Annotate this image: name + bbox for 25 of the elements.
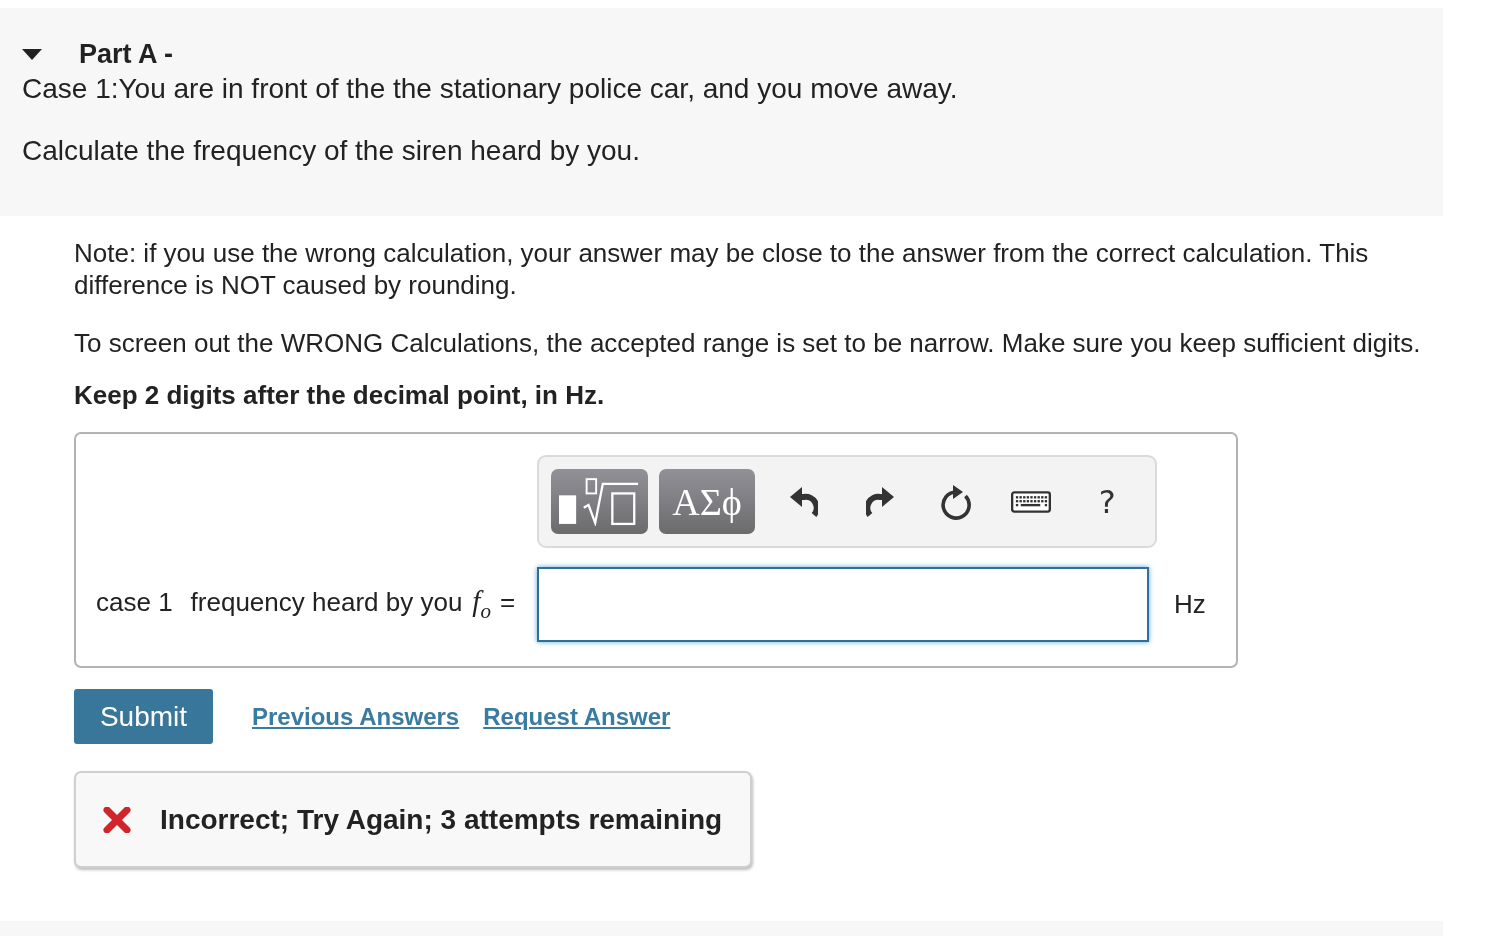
templates-button[interactable] bbox=[551, 469, 648, 534]
undo-icon bbox=[790, 486, 819, 517]
answer-label: case 1 bbox=[96, 587, 173, 619]
instruction-text: Keep 2 digits after the decimal point, in Hz. bbox=[74, 379, 606, 411]
answer-link[interactable]: Previous Answers bbox=[252, 702, 460, 731]
answer-label: frequency heard by you bbox=[190, 587, 463, 619]
submit-button[interactable]: Submit bbox=[74, 689, 213, 744]
question-text: Calculate the frequency of the siren heard by you. bbox=[22, 135, 641, 167]
answer-field[interactable] bbox=[537, 567, 1149, 642]
unit-label: Hz bbox=[1174, 589, 1207, 620]
part-title: Part A - bbox=[79, 40, 173, 68]
circular-arrow-icon bbox=[938, 483, 973, 520]
redo-icon bbox=[865, 486, 894, 517]
variable-symbol: f$_{o}$ bbox=[472, 585, 491, 624]
question-text: Case 1:You are in front of the the stationary police car, and you move away. bbox=[22, 73, 959, 105]
equals-sign: = bbox=[499, 587, 516, 619]
caret-icon[interactable] bbox=[22, 48, 42, 60]
keyboard-icon bbox=[1011, 490, 1052, 513]
answer-link[interactable]: Request Answer bbox=[483, 702, 671, 731]
help-button[interactable]: ? bbox=[1069, 476, 1145, 527]
symbols-button[interactable]: ΑΣϕ bbox=[658, 469, 756, 534]
root-template-icon bbox=[559, 477, 640, 526]
feedback-text: Incorrect; Try Again; 3 attempts remaining bbox=[160, 803, 723, 836]
instruction-text: To screen out the WRONG Calculations, the accepted range is set to be narrow. Make sure you keep sufficient digits. bbox=[74, 327, 1422, 359]
instruction-text: Note: if you use the wrong calculation, your answer may be close to the answer from the correct calculation. This difference is NOT caused by rounding. bbox=[74, 237, 1370, 301]
